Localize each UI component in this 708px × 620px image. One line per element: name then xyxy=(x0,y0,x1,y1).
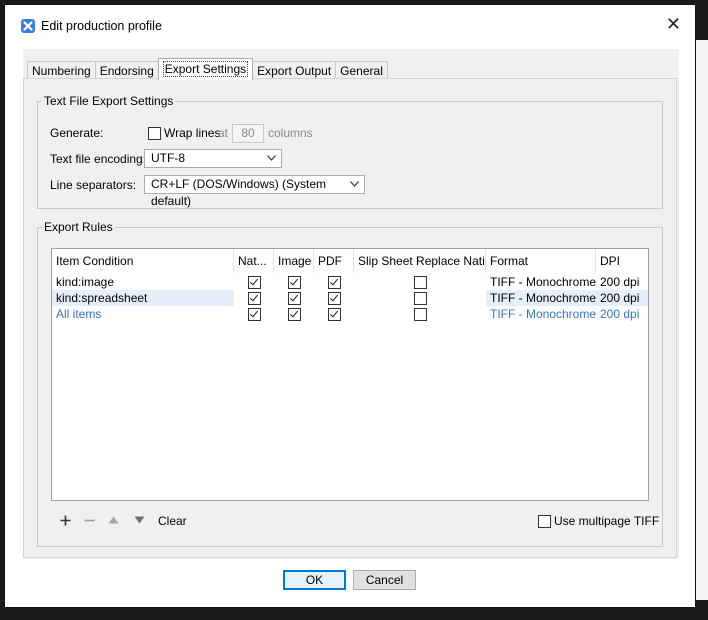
pdf-checkbox[interactable] xyxy=(328,292,341,305)
column-header-item-condition[interactable]: Item Condition xyxy=(52,249,234,273)
native-checkbox[interactable] xyxy=(248,276,261,289)
generate-label: Generate: xyxy=(50,126,104,140)
export-settings-panel: Text File Export Settings Generate: Wrap… xyxy=(23,78,677,558)
export-rules-legend: Export Rules xyxy=(42,220,115,234)
rules-toolbar: Clear xyxy=(60,514,360,530)
export-rules-table[interactable]: Item Condition Nat... Image PDF Slip She… xyxy=(51,248,649,501)
window-title: Edit production profile xyxy=(41,19,162,33)
table-row[interactable]: All items TIFF - Monochrome... 200 dpi xyxy=(52,306,648,322)
text-export-legend: Text File Export Settings xyxy=(42,94,176,108)
pdf-checkbox[interactable] xyxy=(328,276,341,289)
cell-format: TIFF - Monochrome... xyxy=(486,290,596,306)
edit-profile-dialog: Edit production profile ✕ Numbering Endo… xyxy=(4,4,696,608)
native-checkbox[interactable] xyxy=(248,308,261,321)
cell-condition: kind:image xyxy=(56,275,115,289)
cancel-button[interactable]: Cancel xyxy=(353,570,416,590)
dialog-body: Numbering Endorsing Export Settings Expo… xyxy=(23,49,679,559)
image-checkbox[interactable] xyxy=(288,292,301,305)
title-bar: Edit production profile ✕ xyxy=(5,5,695,45)
cell-format: TIFF - Monochrome... xyxy=(490,275,596,289)
wrap-lines-checkbox[interactable] xyxy=(148,127,161,140)
slip-sheet-checkbox[interactable] xyxy=(414,276,427,289)
column-header-image[interactable]: Image xyxy=(274,249,314,273)
columns-label: columns xyxy=(268,126,313,140)
encoding-label: Text file encoding: xyxy=(50,152,147,166)
line-separators-select[interactable]: CR+LF (DOS/Windows) (System default) xyxy=(144,175,365,208)
table-row[interactable]: kind:image TIFF - Monochrome... 200 dpi xyxy=(52,274,648,290)
cell-condition: kind:spreadsheet xyxy=(52,290,234,306)
cell-dpi: 200 dpi xyxy=(596,290,648,306)
column-header-slip-sheet[interactable]: Slip Sheet Replace Nati... xyxy=(354,249,486,273)
column-header-dpi[interactable]: DPI xyxy=(596,249,650,273)
column-header-format[interactable]: Format xyxy=(486,249,596,273)
chevron-down-icon xyxy=(350,181,359,187)
move-down-icon[interactable] xyxy=(134,516,145,524)
tab-strip: Numbering Endorsing Export Settings Expo… xyxy=(27,58,388,80)
app-logo-icon xyxy=(21,19,35,33)
tab-export-settings[interactable]: Export Settings xyxy=(157,58,254,80)
cell-dpi: 200 dpi xyxy=(600,275,640,289)
export-rules-group: Export Rules Item Condition Nat... Image… xyxy=(37,220,663,547)
clear-button[interactable]: Clear xyxy=(158,514,187,528)
move-up-icon[interactable] xyxy=(108,516,119,524)
native-checkbox[interactable] xyxy=(248,292,261,305)
column-header-native[interactable]: Nat... xyxy=(234,249,274,273)
cell-format: TIFF - Monochrome... xyxy=(490,307,596,321)
encoding-select[interactable]: UTF-8 xyxy=(144,149,282,168)
cell-condition: All items xyxy=(56,307,102,321)
multipage-tiff-label: Use multipage TIFF xyxy=(554,514,660,528)
multipage-tiff-checkbox[interactable] xyxy=(538,515,551,528)
chevron-down-icon xyxy=(267,155,276,161)
wrap-columns-input[interactable]: 80 xyxy=(232,124,264,143)
slip-sheet-checkbox[interactable] xyxy=(414,292,427,305)
remove-rule-icon[interactable] xyxy=(84,515,95,526)
image-checkbox[interactable] xyxy=(288,308,301,321)
close-icon[interactable]: ✕ xyxy=(666,15,681,33)
table-header: Item Condition Nat... Image PDF Slip She… xyxy=(52,249,648,273)
add-rule-icon[interactable] xyxy=(60,515,71,526)
image-checkbox[interactable] xyxy=(288,276,301,289)
text-file-export-group: Text File Export Settings Generate: Wrap… xyxy=(37,94,663,209)
line-separators-label: Line separators: xyxy=(50,178,137,192)
table-row[interactable]: kind:spreadsheet TIFF - Monochrome... 20… xyxy=(52,290,648,306)
at-label: at xyxy=(218,126,229,140)
cell-dpi: 200 dpi xyxy=(600,307,640,321)
slip-sheet-checkbox[interactable] xyxy=(414,308,427,321)
ok-button[interactable]: OK xyxy=(283,570,346,590)
column-header-pdf[interactable]: PDF xyxy=(314,249,354,273)
pdf-checkbox[interactable] xyxy=(328,308,341,321)
wrap-lines-label: Wrap lines xyxy=(164,126,221,140)
